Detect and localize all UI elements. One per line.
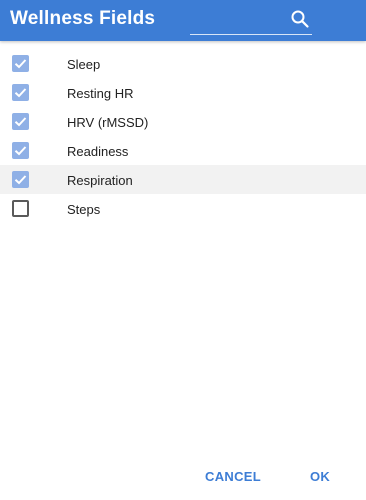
search-icon[interactable] bbox=[290, 9, 310, 29]
field-row-resting-hr[interactable]: Resting HR bbox=[0, 78, 366, 107]
field-row-readiness[interactable]: Readiness bbox=[0, 136, 366, 165]
search-underline bbox=[190, 34, 312, 35]
wellness-fields-dialog: Wellness Fields Sleep Resting HR HRV (rM… bbox=[0, 0, 366, 500]
field-label: Resting HR bbox=[67, 86, 134, 101]
search-box bbox=[190, 6, 312, 35]
field-label: Sleep bbox=[67, 57, 101, 72]
field-label: Readiness bbox=[67, 144, 129, 159]
cancel-button[interactable]: CANCEL bbox=[205, 462, 261, 492]
checkbox[interactable] bbox=[12, 142, 29, 159]
field-row-respiration[interactable]: Respiration bbox=[0, 165, 366, 194]
field-row-hrv[interactable]: HRV (rMSSD) bbox=[0, 107, 366, 136]
field-list: Sleep Resting HR HRV (rMSSD) Readiness R… bbox=[0, 49, 366, 223]
dialog-title: Wellness Fields bbox=[10, 8, 156, 29]
dialog-header: Wellness Fields bbox=[0, 0, 366, 41]
dialog-actions: CANCEL OK bbox=[0, 458, 366, 498]
checkbox[interactable] bbox=[12, 113, 29, 130]
checkbox[interactable] bbox=[12, 200, 29, 217]
field-label: HRV (rMSSD) bbox=[67, 115, 149, 130]
check-icon bbox=[14, 146, 27, 156]
checkbox[interactable] bbox=[12, 55, 29, 72]
checkbox[interactable] bbox=[12, 84, 29, 101]
field-row-sleep[interactable]: Sleep bbox=[0, 49, 366, 78]
search-input[interactable] bbox=[190, 6, 286, 34]
check-icon bbox=[14, 117, 27, 127]
check-icon bbox=[14, 59, 27, 69]
check-icon bbox=[14, 88, 27, 98]
field-label: Steps bbox=[67, 202, 101, 217]
field-row-steps[interactable]: Steps bbox=[0, 194, 366, 223]
check-icon bbox=[14, 175, 27, 185]
checkbox[interactable] bbox=[12, 171, 29, 188]
ok-button[interactable]: OK bbox=[306, 462, 334, 492]
field-label: Respiration bbox=[67, 173, 133, 188]
